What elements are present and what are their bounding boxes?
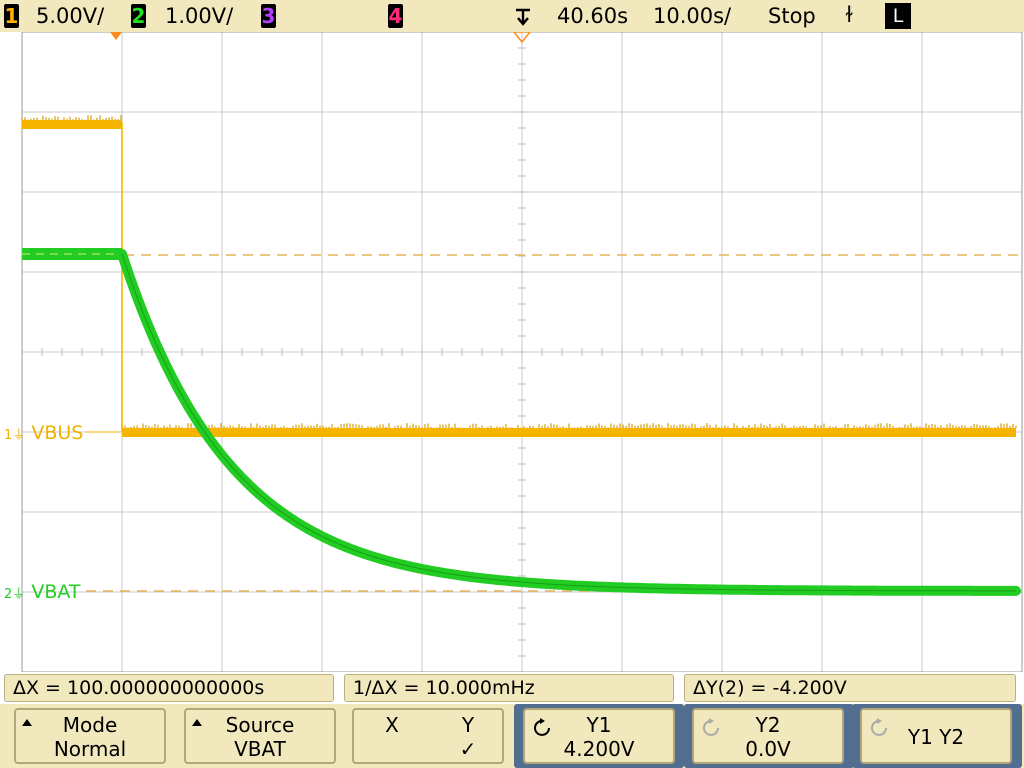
delta-y-readout: ΔY(2) = -4.200V [684,674,1016,702]
y-label: Y [461,713,475,737]
graticule [21,32,1023,672]
y-check-icon: ✓ [459,737,477,761]
vbat-label[interactable]: 2⏚ VBAT [4,581,81,606]
vbus-trace [21,115,1017,437]
mode-value: Normal [53,737,127,761]
channel-2-scale[interactable]: 1.00V/ [165,3,233,29]
status-bar: 1 5.00V/ 2 1.00V/ 3 4 40.60s 10.00s/ Sto… [0,0,1024,33]
y1-y2-label: Y1 Y2 [907,725,965,749]
mode-softkey[interactable]: Mode Normal [14,708,166,764]
channel-4-indicator[interactable]: 4 [388,4,403,28]
vbus-name: VBUS [31,422,84,444]
y1-softkey[interactable]: Y1 4.200V [523,708,675,764]
y1-value: 4.200V [563,737,635,761]
vbat-trace [22,248,1021,596]
y2-label: Y2 [755,713,781,737]
trigger-time-marker [110,32,122,40]
channel-2-indicator[interactable]: 2 [131,4,146,28]
y2-value: 0.0V [745,737,791,761]
vbus-label[interactable]: 1⏚ VBUS [4,422,83,447]
ground-icon: ⏚ [12,428,26,443]
source-label: Source [225,713,295,737]
channel-1-indicator[interactable]: 1 [4,4,19,28]
delta-x-readout: ΔX = 100.000000000000s [4,674,334,702]
trigger-delay[interactable]: 40.60s [557,3,628,29]
y2-softkey[interactable]: Y2 0.0V [692,708,844,764]
mode-label: Mode [62,713,118,737]
x-label: X [385,713,399,737]
inverse-delta-x-readout: 1/ΔX = 10.000mHz [344,674,674,702]
timebase-scale[interactable]: 10.00s/ [653,3,731,29]
run-state[interactable]: Stop [768,3,816,29]
y1-y2-softkey[interactable]: Y1 Y2 [860,708,1012,764]
vbat-name: VBAT [31,581,81,603]
trigger-mode-indicator: L [885,3,911,29]
trigger-position-icon [516,8,530,26]
ground-icon: ⏚ [12,587,26,602]
trigger-slope-icon: ɫ [845,3,854,27]
channel-1-scale[interactable]: 5.00V/ [36,3,104,29]
y1-label: Y1 [586,713,612,737]
channel-3-indicator[interactable]: 3 [261,4,276,28]
source-value: VBAT [234,737,286,761]
source-softkey[interactable]: Source VBAT [184,708,336,764]
waveform-display[interactable]: 1⏚ VBUS 2⏚ VBAT [0,32,1024,672]
xy-softkey[interactable]: X Y ✓ [352,708,504,764]
